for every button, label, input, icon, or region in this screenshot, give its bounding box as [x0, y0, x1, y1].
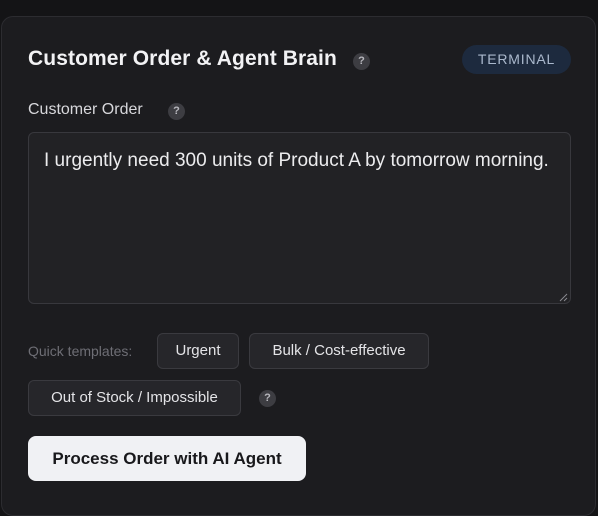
template-bulk-button[interactable]: Bulk / Cost-effective: [249, 333, 429, 369]
process-order-button[interactable]: Process Order with AI Agent: [28, 436, 306, 481]
customer-order-input[interactable]: I urgently need 300 units of Product A b…: [28, 132, 571, 304]
quick-templates-label: Quick templates:: [28, 343, 133, 359]
help-icon[interactable]: ?: [259, 390, 276, 407]
help-icon[interactable]: ?: [168, 103, 185, 120]
template-urgent-button[interactable]: Urgent: [157, 333, 239, 369]
terminal-badge: TERMINAL: [462, 45, 571, 74]
panel-title: Customer Order & Agent Brain: [28, 47, 337, 70]
help-icon[interactable]: ?: [353, 53, 370, 70]
template-out-of-stock-button[interactable]: Out of Stock / Impossible: [28, 380, 241, 416]
resize-grip-icon[interactable]: [558, 292, 568, 302]
customer-order-label: Customer Order: [28, 101, 143, 118]
order-panel: Customer Order & Agent Brain ? TERMINAL …: [1, 16, 596, 516]
